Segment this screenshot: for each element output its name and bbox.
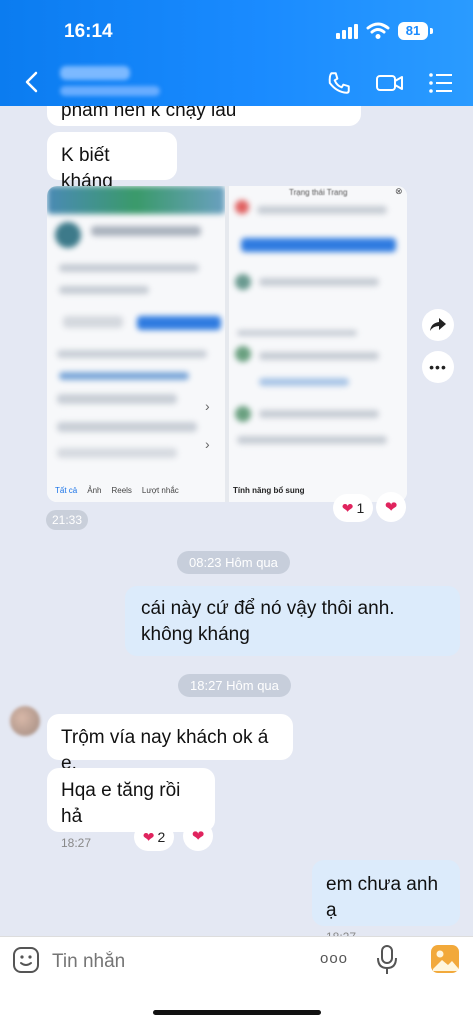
message-text: em chưa anh ạ (326, 874, 439, 921)
heart-icon: ❤ (384, 499, 398, 516)
battery-tip-overlay (430, 28, 433, 34)
call-icon-overlay[interactable] (326, 70, 352, 96)
message-bubble-outgoing[interactable]: cái này cứ để nó vậy thôi anh. không khá… (125, 586, 460, 656)
share-arrow-icon (430, 318, 446, 331)
tab-all: Tất cả (55, 485, 78, 495)
chevron-right-icon: › (205, 398, 210, 414)
more-dots-icon: ••• (429, 359, 447, 375)
chevron-right-icon: › (205, 436, 210, 452)
image-message[interactable]: › › Tất cả Ảnh Reels Lượt nhắc Trạng thá… (47, 186, 407, 502)
more-options-button[interactable]: ••• (422, 351, 454, 383)
home-indicator (153, 1010, 321, 1015)
menu-list-icon-overlay[interactable] (428, 72, 454, 94)
heart-icon: ❤ (341, 499, 354, 516)
microphone-icon[interactable] (376, 944, 398, 976)
video-call-icon-overlay[interactable] (375, 70, 405, 96)
message-text: Hqa e tăng rồi hả (61, 780, 181, 827)
date-separator: 08:23 Hôm qua (177, 551, 290, 574)
contact-status-overlay (60, 86, 160, 96)
reaction-summary[interactable]: ❤ 1 (333, 494, 373, 522)
reaction-summary[interactable]: ❤ 2 (134, 823, 174, 851)
battery-level-overlay: 81 (398, 22, 428, 40)
reaction-count: 2 (157, 829, 166, 845)
filter-tabs: Tất cả Ảnh Reels Lượt nhắc (47, 478, 225, 502)
message-text: cái này cứ để nó vậy thôi anh. không khá… (141, 598, 395, 645)
react-button[interactable]: ❤ (376, 492, 406, 522)
message-bubble-incoming[interactable]: Trộm vía nay khách ok á e. (47, 714, 293, 774)
tab-photos: Ảnh (87, 485, 102, 495)
back-arrow-icon-overlay[interactable] (22, 70, 42, 94)
image-divider (225, 186, 229, 502)
right-section-title: Tính năng bổ sung (233, 486, 305, 495)
heart-icon: ❤ (142, 828, 155, 845)
status-time-overlay: 16:14 (64, 21, 113, 42)
tab-reels: Reels (111, 485, 132, 495)
date-separator: 18:27 Hôm qua (178, 674, 291, 697)
message-input[interactable] (50, 946, 294, 978)
reaction-count: 1 (356, 500, 365, 516)
heart-icon: ❤ (191, 828, 205, 845)
image-gallery-icon[interactable] (430, 944, 460, 974)
signal-icon-overlay (336, 24, 358, 39)
right-title: Trạng thái Trang (289, 188, 348, 197)
message-text: K biết kháng (61, 145, 113, 192)
message-time: 18:27 (61, 836, 92, 850)
wifi-icon-overlay (366, 22, 390, 39)
share-button[interactable] (422, 309, 454, 341)
avatar[interactable] (10, 706, 40, 736)
image-timestamp: 21:33 (46, 510, 89, 530)
screenshot-left: › › Tất cả Ảnh Reels Lượt nhắc (47, 186, 225, 502)
more-options-icon[interactable]: ooo (320, 950, 348, 967)
sticker-smile-icon[interactable] (12, 946, 40, 974)
react-button[interactable]: ❤ (183, 821, 213, 851)
message-bubble-incoming[interactable]: K biết kháng (47, 132, 177, 192)
tab-mentions: Lượt nhắc (141, 485, 179, 495)
contact-name-overlay (60, 66, 130, 80)
close-icon: ⊗ (395, 186, 403, 196)
message-text: Trộm vía nay khách ok á e. (61, 727, 269, 774)
screenshot-right: Trạng thái Trang ⊗ Tính năng bổ sung (229, 186, 407, 502)
message-bubble-outgoing[interactable]: em chưa anh ạ 18:27 (312, 860, 460, 944)
